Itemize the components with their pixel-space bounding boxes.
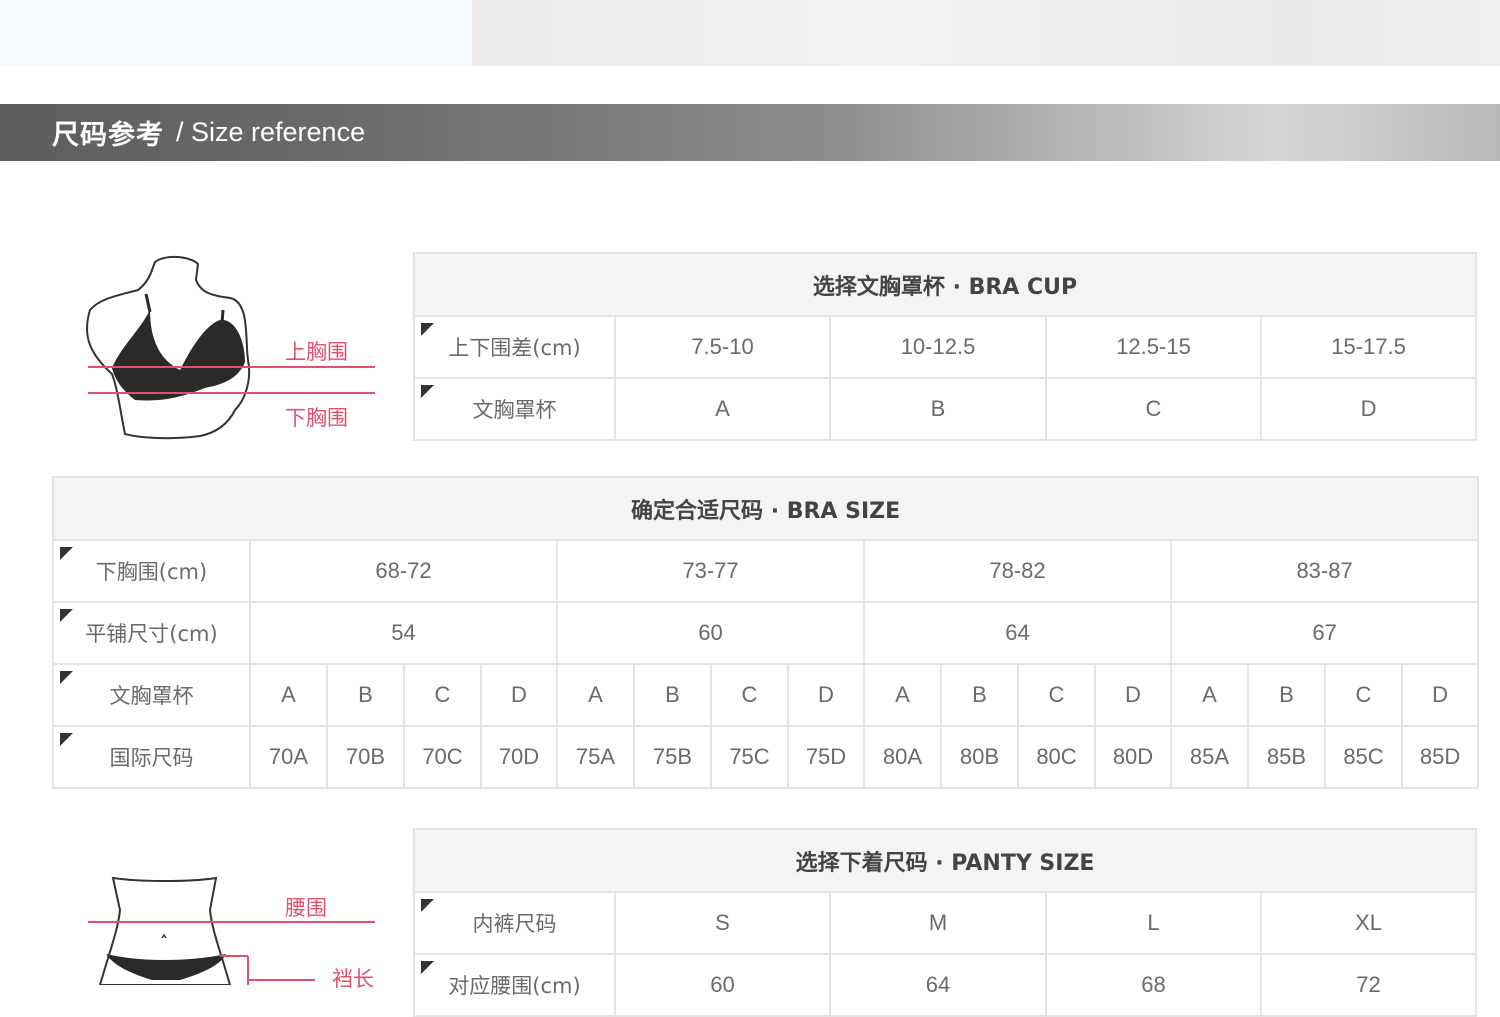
waist-size-label: 对应腰围(cm) xyxy=(413,953,616,1017)
intl-size-row: 国际尺码 70A 70B 70C 70D 75A 75B 75C 75D 80A… xyxy=(52,725,1480,789)
bra-cup-cup-label: 文胸罩杯 xyxy=(413,377,616,441)
panty-size-title: 选择下着尺码 · PANTY SIZE xyxy=(412,828,1478,893)
flat-size-label: 平铺尺寸(cm) xyxy=(52,601,251,665)
bra-cup-cell: C xyxy=(1045,377,1262,441)
bra-size-table: 确定合适尺码 · BRA SIZE 下胸围(cm) 68-72 73-77 78… xyxy=(51,476,1480,789)
waist-size-cell: 72 xyxy=(1259,953,1478,1017)
flat-size-cell: 67 xyxy=(1169,601,1480,665)
intl-size-cell: 70C xyxy=(403,725,482,789)
cup-cell: A xyxy=(863,663,942,727)
top-image-strip xyxy=(0,0,1500,66)
corner-marker-icon xyxy=(60,609,73,622)
cup-cell: B xyxy=(940,663,1019,727)
intl-size-cell: 70A xyxy=(249,725,328,789)
bra-cup-cell: 7.5-10 xyxy=(614,315,831,379)
intl-size-cell: 80B xyxy=(940,725,1019,789)
intl-size-cell: 75B xyxy=(633,725,712,789)
bra-cup-diff-label: 上下围差(cm) xyxy=(413,315,616,379)
panty-size-cell: XL xyxy=(1259,891,1478,955)
bust-figure: 上胸围 下胸围 xyxy=(80,250,380,445)
intl-size-cell: 80D xyxy=(1094,725,1172,789)
underbust-cell: 73-77 xyxy=(556,539,865,603)
intl-size-cell: 85B xyxy=(1247,725,1326,789)
bra-cup-cell: 15-17.5 xyxy=(1259,315,1478,379)
section-banner: 尺码参考 / Size reference xyxy=(0,104,1500,161)
top-image-left xyxy=(0,0,472,66)
cup-cell: A xyxy=(1170,663,1249,727)
corner-marker-icon xyxy=(421,323,434,336)
top-image-right xyxy=(472,0,1500,66)
cup-cell: C xyxy=(403,663,482,727)
panty-size-cell: M xyxy=(829,891,1047,955)
underbust-cell: 68-72 xyxy=(249,539,558,603)
panty-size-table: 选择下着尺码 · PANTY SIZE 内裤尺码 S M L XL 对应腰围(c… xyxy=(412,828,1478,1017)
underbust-cell: 78-82 xyxy=(863,539,1172,603)
cup-cell: B xyxy=(326,663,405,727)
banner-title: 尺码参考 xyxy=(52,120,164,151)
upper-bust-label: 上胸围 xyxy=(285,340,348,364)
cup-cell: A xyxy=(249,663,328,727)
waist-label: 腰围 xyxy=(285,896,327,920)
under-bust-label: 下胸围 xyxy=(285,406,348,430)
waist-size-cell: 68 xyxy=(1045,953,1262,1017)
corner-marker-icon xyxy=(421,961,434,974)
cup-cell: A xyxy=(556,663,635,727)
bra-cup-cell: D xyxy=(1259,377,1478,441)
panty-size-cell: L xyxy=(1045,891,1262,955)
intl-size-cell: 75D xyxy=(787,725,865,789)
flat-size-cell: 60 xyxy=(556,601,865,665)
cup-row: 文胸罩杯 A B C D A B C D A B C D A B C D xyxy=(52,663,1480,727)
corner-marker-icon xyxy=(60,671,73,684)
bra-cup-table: 选择文胸罩杯 · BRA CUP 上下围差(cm) 7.5-10 10-12.5… xyxy=(412,252,1478,441)
intl-size-cell: 70D xyxy=(480,725,558,789)
intl-size-cell: 70B xyxy=(326,725,405,789)
intl-size-cell: 80C xyxy=(1017,725,1096,789)
underbust-label: 下胸围(cm) xyxy=(52,539,251,603)
corner-marker-icon xyxy=(60,547,73,560)
bra-size-title: 确定合适尺码 · BRA SIZE xyxy=(51,476,1480,541)
corner-marker-icon xyxy=(421,899,434,912)
panty-size-label: 内裤尺码 xyxy=(413,891,616,955)
intl-size-label: 国际尺码 xyxy=(52,725,251,789)
underbust-cell: 83-87 xyxy=(1169,539,1480,603)
intl-size-cell: 75C xyxy=(710,725,789,789)
cup-cell: B xyxy=(1247,663,1326,727)
corner-marker-icon xyxy=(421,385,434,398)
cup-cell: D xyxy=(787,663,865,727)
intl-size-cell: 85A xyxy=(1170,725,1249,789)
panty-size-cell: S xyxy=(614,891,831,955)
cup-cell: B xyxy=(633,663,712,727)
banner-subtitle: / Size reference xyxy=(176,117,366,147)
cup-cell: D xyxy=(1094,663,1172,727)
cup-row-label: 文胸罩杯 xyxy=(52,663,251,727)
intl-size-cell: 75A xyxy=(556,725,635,789)
intl-size-cell: 85C xyxy=(1324,725,1403,789)
cup-cell: D xyxy=(480,663,558,727)
panty-figure: 腰围 裆长 xyxy=(80,870,380,991)
cup-cell: C xyxy=(710,663,789,727)
bra-cup-cell: B xyxy=(829,377,1047,441)
intl-size-cell: 85D xyxy=(1400,725,1480,789)
cup-cell: C xyxy=(1017,663,1096,727)
flat-size-cell: 54 xyxy=(249,601,558,665)
bra-cup-title: 选择文胸罩杯 · BRA CUP xyxy=(412,252,1478,317)
cup-cell: D xyxy=(1400,663,1480,727)
corner-marker-icon xyxy=(60,733,73,746)
crotch-length-label: 裆长 xyxy=(332,967,374,991)
waist-size-cell: 60 xyxy=(614,953,831,1017)
waist-size-cell: 64 xyxy=(829,953,1047,1017)
bra-cup-cell: A xyxy=(614,377,831,441)
intl-size-cell: 80A xyxy=(863,725,942,789)
cup-cell: C xyxy=(1324,663,1403,727)
bra-cup-cell: 10-12.5 xyxy=(829,315,1047,379)
flat-size-cell: 64 xyxy=(863,601,1172,665)
bra-cup-cell: 12.5-15 xyxy=(1045,315,1262,379)
